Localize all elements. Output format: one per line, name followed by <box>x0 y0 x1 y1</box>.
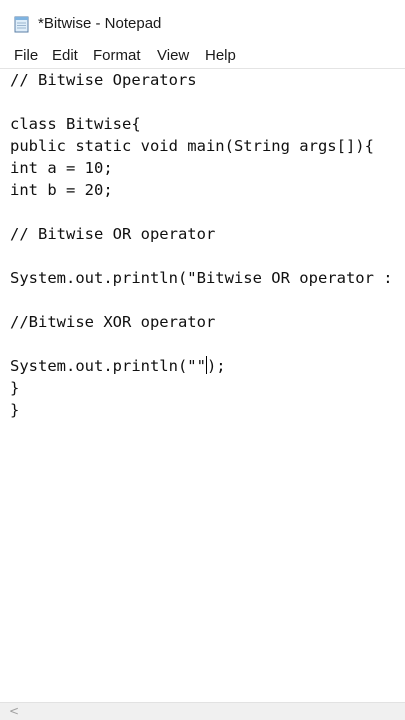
code-line: // Bitwise Operators <box>10 71 197 89</box>
code-line: } <box>10 379 20 397</box>
menu-format[interactable]: Format <box>93 47 141 64</box>
menu-view[interactable]: View <box>157 47 189 64</box>
window-title: *Bitwise - Notepad <box>38 15 162 32</box>
code-line: int b = 20; <box>10 181 113 199</box>
code-after-caret: ); <box>206 357 226 375</box>
code-line: //Bitwise XOR operator <box>10 313 216 331</box>
menu-help[interactable]: Help <box>205 47 236 64</box>
code-line: } <box>10 401 20 419</box>
text-editor-area[interactable]: // Bitwise Operators class Bitwise{ publ… <box>0 68 405 702</box>
menu-edit[interactable]: Edit <box>52 47 78 64</box>
title-bar[interactable]: *Bitwise - Notepad <box>0 0 405 44</box>
notepad-window: *Bitwise - Notepad File Edit Format View… <box>0 0 405 720</box>
horizontal-scrollbar[interactable]: < <box>0 702 405 720</box>
chevron-left-icon[interactable]: < <box>9 704 19 718</box>
code-before-caret: System.out.println("" <box>10 357 206 375</box>
menu-bar: File Edit Format View Help <box>0 44 405 68</box>
code-line: int a = 10; <box>10 159 113 177</box>
code-line: class Bitwise{ <box>10 115 141 133</box>
menu-file[interactable]: File <box>14 47 38 64</box>
code-line-with-caret: System.out.println(""); <box>10 355 226 377</box>
code-line: public static void main(String args[]){ <box>10 137 374 155</box>
code-line: // Bitwise OR operator <box>10 225 216 243</box>
notepad-icon <box>14 16 29 33</box>
code-line: System.out.println("Bitwise OR operator … <box>10 269 393 287</box>
